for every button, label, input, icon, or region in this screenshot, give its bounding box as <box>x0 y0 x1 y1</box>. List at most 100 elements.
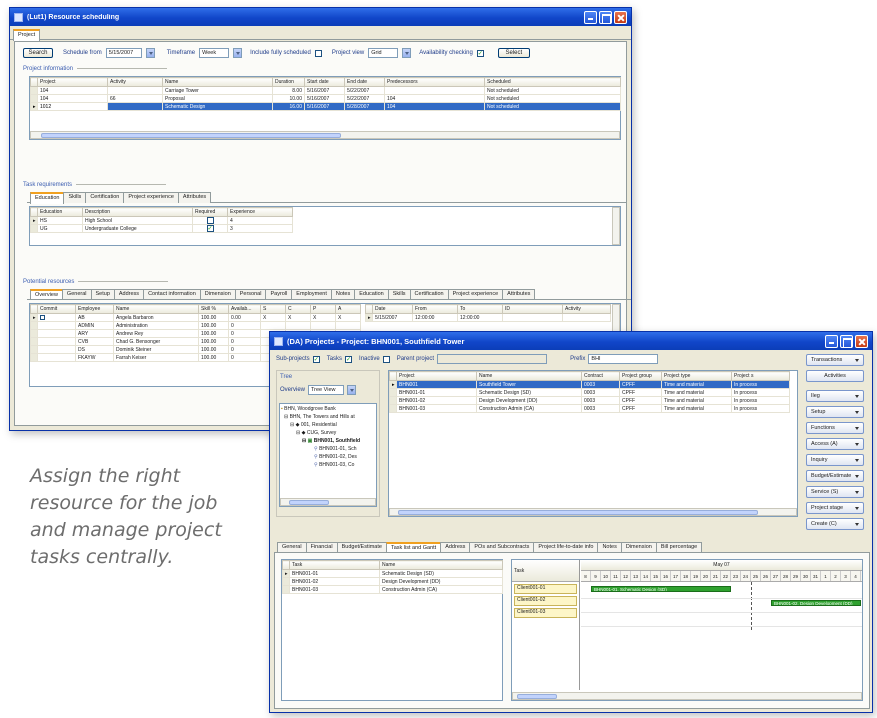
tasks-checkbox[interactable] <box>345 355 353 363</box>
select-button[interactable]: Select <box>497 48 530 58</box>
table-row[interactable]: ▸ AB Angela Barbaron 100.00 0.00 X X X X <box>30 313 361 322</box>
column-header[interactable]: From <box>412 304 458 314</box>
inactive-checkbox[interactable] <box>382 355 390 363</box>
commit-cell[interactable] <box>37 313 76 322</box>
column-header[interactable]: S <box>260 304 286 314</box>
tab-notes[interactable]: Notes <box>597 542 622 552</box>
column-header[interactable]: Required <box>192 207 228 217</box>
project-stage-button[interactable]: Project stage <box>806 502 864 514</box>
tab-budget-estimate[interactable]: Budget/Estimate <box>336 542 387 552</box>
column-header[interactable]: Education <box>37 207 83 217</box>
table-row[interactable]: UG Undergraduate College 3 <box>30 224 293 233</box>
tab-setup[interactable]: Setup <box>90 289 115 299</box>
functions-button[interactable]: Functions <box>806 422 864 434</box>
project-view-select[interactable]: Grid <box>368 48 399 58</box>
column-header[interactable]: Predecessors <box>384 77 485 87</box>
tab-dimension[interactable]: Dimension <box>199 289 236 299</box>
chevron-down-icon[interactable] <box>402 48 412 58</box>
tab-general[interactable]: General <box>61 289 92 299</box>
tab-attributes[interactable]: Attributes <box>502 289 536 299</box>
tree-node[interactable]: ⊟ ◆ 001, Residential <box>281 421 375 429</box>
tab-general[interactable]: General <box>277 542 307 552</box>
tree-node[interactable]: ⊟ ◆ CUG, Survey <box>281 429 375 437</box>
tab-certification[interactable]: Certification <box>85 192 125 203</box>
tree-node-selected[interactable]: ⊟ ▣ BHN001, Southfield <box>281 437 375 445</box>
column-header[interactable]: Skill % <box>198 304 229 314</box>
tab-contact-information[interactable]: Contact information <box>143 289 201 299</box>
tab-life-to-date[interactable]: Project life-to-date info <box>533 542 599 552</box>
tab-address[interactable]: Address <box>113 289 145 299</box>
tab-notes[interactable]: Notes <box>330 289 356 299</box>
overview-select[interactable]: Tree View <box>308 385 345 395</box>
column-header[interactable]: Employee <box>75 304 114 314</box>
gantt-bar[interactable]: BHN001-02, Design Development (DD) <box>771 600 861 606</box>
table-row[interactable]: ▸ BHN001-01 Schematic Design (SD) <box>282 569 503 578</box>
gantt-bar[interactable]: BHN001-01, Schematic Design (SD) <box>591 586 731 592</box>
tab-skills[interactable]: Skills <box>63 192 87 203</box>
cell[interactable]: 1012 <box>37 102 108 111</box>
tab-bill-percentage[interactable]: Bill percentage <box>655 542 703 552</box>
tab-attributes[interactable]: Attributes <box>177 192 212 203</box>
gantt-row-label[interactable]: Client001-02 <box>514 596 577 606</box>
vertical-scrollbar[interactable] <box>612 304 620 334</box>
commit-cell[interactable] <box>37 353 76 362</box>
table-row-selected[interactable]: ▸ 1012 Schematic Design 16.00 5/16/2007 … <box>30 102 621 111</box>
maximize-icon[interactable] <box>599 10 612 24</box>
horizontal-scrollbar[interactable] <box>512 692 862 700</box>
column-header[interactable]: Contract <box>581 371 620 381</box>
availability-checkbox[interactable] <box>476 49 484 57</box>
tab-project[interactable]: Project <box>13 29 41 41</box>
commit-cell[interactable] <box>37 337 76 346</box>
tab-address[interactable]: Address <box>440 542 471 552</box>
tree-node[interactable]: ▪ BHN, Woodgrove Bank <box>281 405 375 413</box>
table-row[interactable]: BHN001-02 Design Development (DD) <box>282 577 503 586</box>
horizontal-scrollbar[interactable] <box>280 498 376 506</box>
table-row[interactable]: BHN001-03 Construction Admin (CA) 0003 C… <box>389 404 790 413</box>
column-header[interactable]: Name <box>162 77 273 87</box>
column-header[interactable]: Date <box>372 304 413 314</box>
column-header[interactable]: To <box>457 304 503 314</box>
tab-education[interactable]: Education <box>354 289 389 299</box>
chevron-down-icon[interactable] <box>347 385 357 395</box>
commit-cell[interactable] <box>37 321 76 330</box>
column-header[interactable]: Commit <box>37 304 76 314</box>
required-checkbox[interactable] <box>206 225 214 232</box>
required-cell[interactable] <box>192 216 228 225</box>
minimize-icon[interactable] <box>825 334 838 348</box>
column-header[interactable]: Project group <box>619 371 662 381</box>
access-button[interactable]: Access (A) <box>806 438 864 450</box>
column-header[interactable]: Start date <box>304 77 345 87</box>
column-header[interactable]: Name <box>476 371 582 381</box>
gantt-row-label[interactable]: Client001-03 <box>514 608 577 618</box>
title-bar[interactable]: (Lut1) Resource scheduling <box>10 8 631 26</box>
budget-estimate-button[interactable]: Budget/Estimate <box>806 470 864 482</box>
tab-dimension[interactable]: Dimension <box>620 542 657 552</box>
chevron-down-icon[interactable] <box>233 48 243 58</box>
tree-node[interactable]: ⊟ BHN, The Towers and Hills at <box>281 413 375 421</box>
gantt-row-label[interactable]: Client001-01 <box>514 584 577 594</box>
commit-cell[interactable] <box>37 345 76 354</box>
horizontal-scrollbar[interactable] <box>30 131 620 139</box>
commit-checkbox[interactable] <box>40 314 45 320</box>
column-header[interactable]: C <box>285 304 311 314</box>
scroll-thumb[interactable] <box>517 694 557 699</box>
transactions-button[interactable]: Transactions <box>806 354 864 366</box>
scroll-thumb[interactable] <box>398 510 758 515</box>
tree-node[interactable]: ⚲ BHN001-03, Co <box>281 461 375 469</box>
table-row[interactable]: 104 66 Proposal 10.00 5/16/2007 5/22/200… <box>30 94 621 103</box>
search-button[interactable]: Search <box>23 48 53 58</box>
column-header[interactable]: End date <box>344 77 385 87</box>
tab-financial[interactable]: Financial <box>305 542 338 552</box>
column-header[interactable]: Name <box>113 304 199 314</box>
service-button[interactable]: Service (S) <box>806 486 864 498</box>
include-scheduled-checkbox[interactable] <box>314 49 322 57</box>
column-header[interactable]: Availab... <box>228 304 261 314</box>
table-row[interactable]: BHN001-02 Design Development (DD) 0003 C… <box>389 396 790 405</box>
scroll-thumb[interactable] <box>41 133 341 138</box>
table-row[interactable]: BHN001-03 Construction Admin (CA) <box>282 585 503 594</box>
create-button[interactable]: Create (C) <box>806 518 864 530</box>
tree-node[interactable]: ⚲ BHN001-02, Des <box>281 453 375 461</box>
required-checkbox[interactable] <box>206 217 214 224</box>
column-header[interactable]: Name <box>379 560 503 570</box>
column-header[interactable]: Scheduled <box>484 77 621 87</box>
